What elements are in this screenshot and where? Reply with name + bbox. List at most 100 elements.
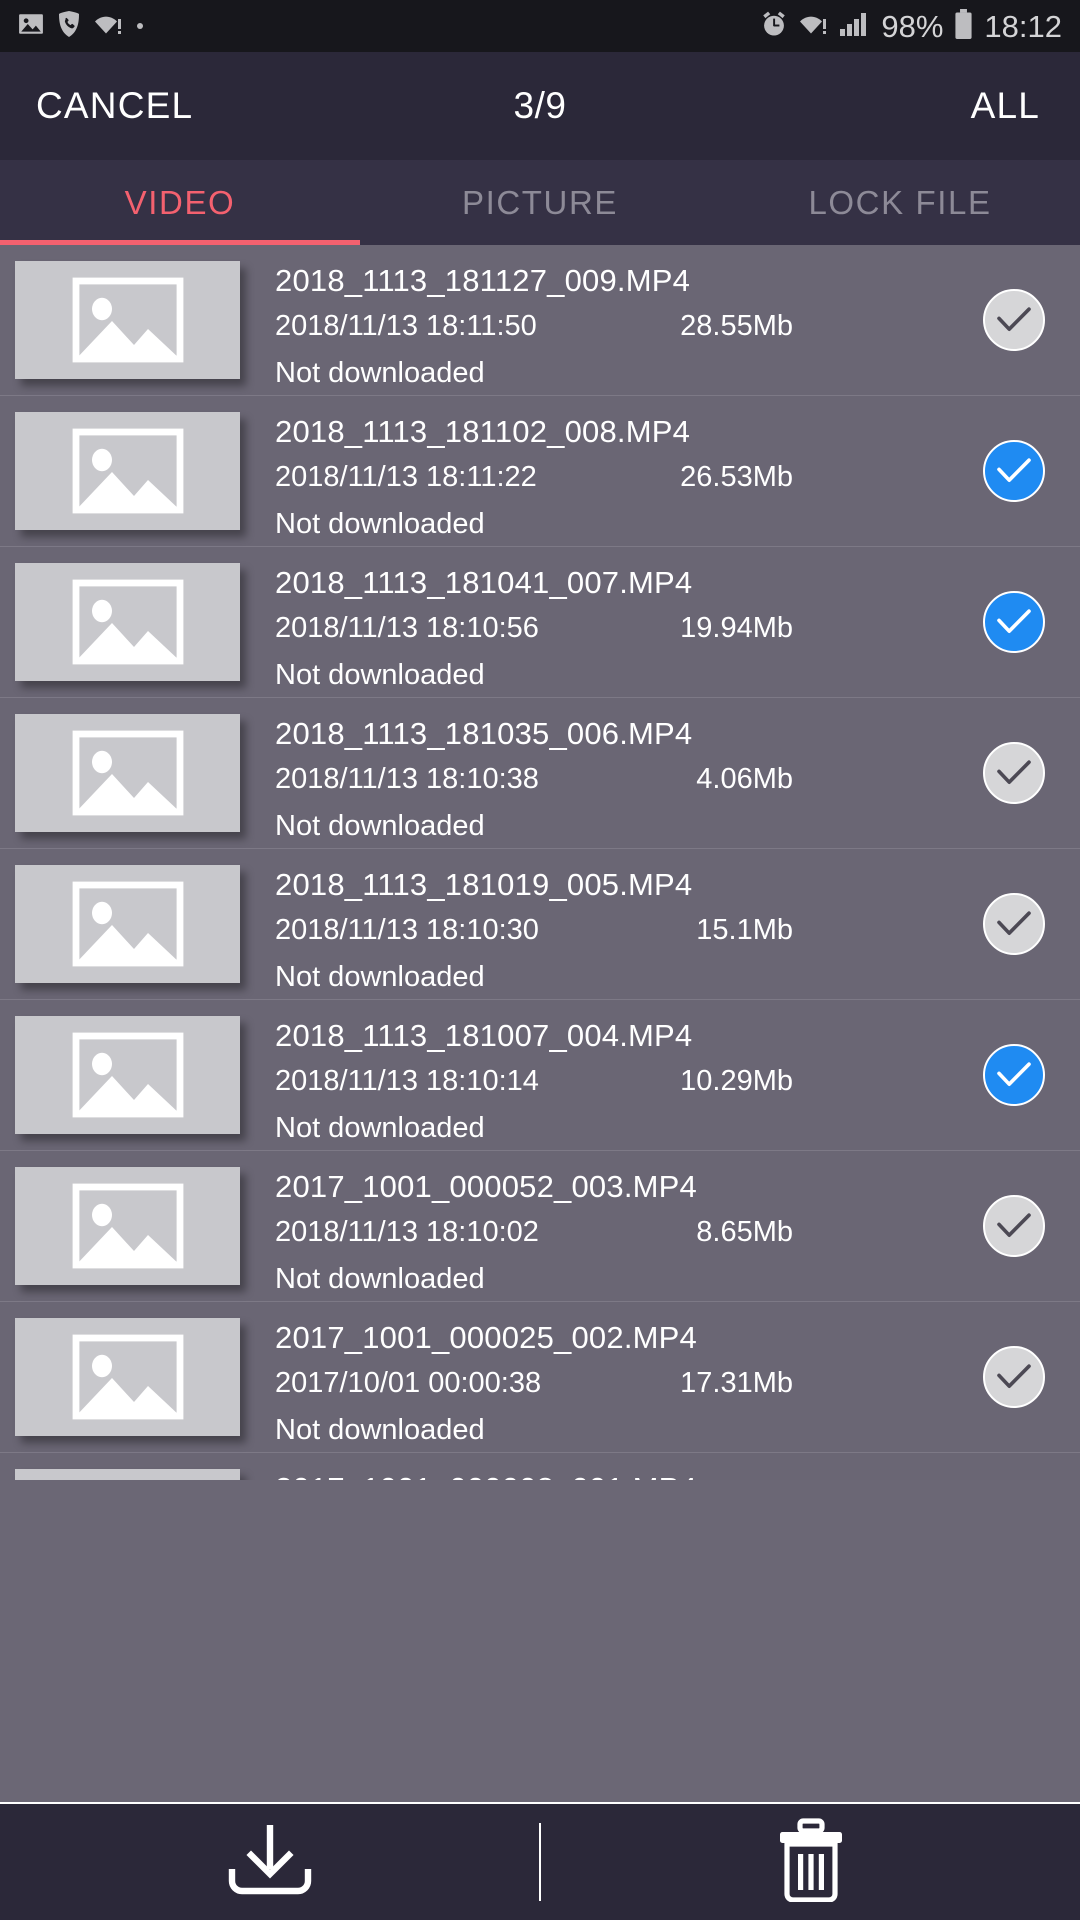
wifi-alert-icon xyxy=(799,12,829,41)
battery-percent-label: 98% xyxy=(881,8,944,44)
status-bar: 98% 18:12 xyxy=(0,0,1080,52)
file-thumbnail xyxy=(15,412,240,530)
file-select-checkbox[interactable] xyxy=(983,440,1045,502)
file-meta: 2018_1113_181035_006.MP4 2018/11/13 18:10… xyxy=(275,698,983,849)
file-select-checkbox[interactable] xyxy=(983,1346,1045,1408)
header-bar: CANCEL 3/9 ALL xyxy=(0,52,1080,160)
file-date-label: 2018/11/13 18:10:02 xyxy=(275,1215,539,1248)
file-name-label: 2018_1113_181019_005.MP4 xyxy=(275,866,693,902)
file-select-checkbox[interactable] xyxy=(983,1044,1045,1106)
check-icon xyxy=(996,759,1032,787)
file-meta: 2017_1001_000008_001.MP4 xyxy=(275,1453,983,1481)
file-download-state-label: Not downloaded xyxy=(275,809,485,842)
file-size-label: 15.1Mb xyxy=(696,913,793,946)
table-row[interactable]: 2017_1001_000025_002.MP4 2017/10/01 00:00… xyxy=(0,1302,1080,1453)
table-row[interactable]: 2017_1001_000008_001.MP4 xyxy=(0,1453,1080,1480)
file-meta: 2018_1113_181102_008.MP4 2018/11/13 18:11… xyxy=(275,396,983,547)
file-select-checkbox[interactable] xyxy=(983,742,1045,804)
file-select-checkbox[interactable] xyxy=(983,289,1045,351)
image-placeholder-icon xyxy=(72,730,184,816)
gallery-icon xyxy=(18,11,44,42)
table-row[interactable]: 2018_1113_181041_007.MP4 2018/11/13 18:10… xyxy=(0,547,1080,698)
file-date-label: 2018/11/13 18:10:56 xyxy=(275,611,539,644)
file-size-label: 8.65Mb xyxy=(696,1215,793,1248)
check-icon xyxy=(996,608,1032,636)
file-download-state-label: Not downloaded xyxy=(275,658,485,691)
file-name-label: 2018_1113_181041_007.MP4 xyxy=(275,564,693,600)
file-download-state-label: Not downloaded xyxy=(275,356,485,389)
file-name-label: 2018_1113_181007_004.MP4 xyxy=(275,1017,693,1053)
image-placeholder-icon xyxy=(72,579,184,665)
file-meta: 2018_1113_181041_007.MP4 2018/11/13 18:10… xyxy=(275,547,983,698)
table-row[interactable]: 2018_1113_181019_005.MP4 2018/11/13 18:10… xyxy=(0,849,1080,1000)
file-meta: 2018_1113_181019_005.MP4 2018/11/13 18:10… xyxy=(275,849,983,1000)
file-thumbnail xyxy=(15,563,240,681)
file-date-label: 2018/11/13 18:10:38 xyxy=(275,762,539,795)
tab-lock-file-label: LOCK FILE xyxy=(808,183,992,221)
tab-picture[interactable]: PICTURE xyxy=(360,160,720,245)
file-select-checkbox[interactable] xyxy=(983,893,1045,955)
image-placeholder-icon xyxy=(72,1032,184,1118)
delete-button[interactable] xyxy=(541,1804,1080,1920)
file-name-label: 2018_1113_181035_006.MP4 xyxy=(275,715,693,751)
file-select-checkbox[interactable] xyxy=(983,1195,1045,1257)
bottom-action-bar xyxy=(0,1802,1080,1920)
file-download-state-label: Not downloaded xyxy=(275,1413,485,1446)
image-placeholder-icon xyxy=(72,1183,184,1269)
file-download-state-label: Not downloaded xyxy=(275,507,485,540)
file-size-label: 4.06Mb xyxy=(696,762,793,795)
file-meta: 2018_1113_181127_009.MP4 2018/11/13 18:11… xyxy=(275,245,983,396)
file-size-label: 19.94Mb xyxy=(680,611,793,644)
file-thumbnail xyxy=(15,1167,240,1285)
image-placeholder-icon xyxy=(72,277,184,363)
tab-picture-label: PICTURE xyxy=(461,183,619,221)
table-row[interactable]: 2017_1001_000052_003.MP4 2018/11/13 18:10… xyxy=(0,1151,1080,1302)
file-date-label: 2018/11/13 18:10:30 xyxy=(275,913,539,946)
file-size-label: 17.31Mb xyxy=(680,1366,793,1399)
table-row[interactable]: 2018_1113_181102_008.MP4 2018/11/13 18:11… xyxy=(0,396,1080,547)
selection-count-label: 3/9 xyxy=(513,85,567,126)
check-icon xyxy=(996,1212,1032,1240)
file-meta: 2018_1113_181007_004.MP4 2018/11/13 18:10… xyxy=(275,1000,983,1151)
file-meta: 2017_1001_000025_002.MP4 2017/10/01 00:00… xyxy=(275,1302,983,1453)
dot-icon xyxy=(137,23,143,29)
file-size-label: 26.53Mb xyxy=(680,460,793,493)
table-row[interactable]: 2018_1113_181127_009.MP4 2018/11/13 18:11… xyxy=(0,245,1080,396)
file-size-label: 10.29Mb xyxy=(680,1064,793,1097)
file-date-label: 2018/11/13 18:10:14 xyxy=(275,1064,539,1097)
battery-icon xyxy=(954,8,973,44)
tab-video[interactable]: VIDEO xyxy=(0,160,360,245)
select-all-button[interactable]: ALL xyxy=(971,85,1040,127)
file-list[interactable]: 2018_1113_181127_009.MP4 2018/11/13 18:11… xyxy=(0,245,1080,1480)
file-thumbnail xyxy=(15,1318,240,1436)
tab-bar: VIDEO PICTURE LOCK FILE xyxy=(0,160,1080,245)
status-bar-right-icons: 98% 18:12 xyxy=(760,8,1062,44)
check-icon xyxy=(996,306,1032,334)
table-row[interactable]: 2018_1113_181035_006.MP4 2018/11/13 18:10… xyxy=(0,698,1080,849)
status-bar-left-icons xyxy=(18,10,143,42)
tab-lock-file[interactable]: LOCK FILE xyxy=(720,160,1080,245)
file-download-state-label: Not downloaded xyxy=(275,1111,485,1144)
file-name-label: 2017_1001_000052_003.MP4 xyxy=(275,1168,697,1204)
download-button[interactable] xyxy=(0,1804,539,1920)
table-row[interactable]: 2018_1113_181007_004.MP4 2018/11/13 18:10… xyxy=(0,1000,1080,1151)
file-select-checkbox[interactable] xyxy=(983,591,1045,653)
file-name-label: 2017_1001_000025_002.MP4 xyxy=(275,1319,697,1355)
file-name-label: 2018_1113_181102_008.MP4 xyxy=(275,413,691,449)
file-date-label: 2018/11/13 18:11:22 xyxy=(275,460,537,493)
signal-bars-icon xyxy=(840,12,870,41)
file-name-label: 2018_1113_181127_009.MP4 xyxy=(275,262,691,298)
file-name-label: 2017_1001_000008_001.MP4 xyxy=(275,1471,697,1481)
check-icon xyxy=(996,1363,1032,1391)
file-date-label: 2018/11/13 18:11:50 xyxy=(275,309,537,342)
image-placeholder-icon xyxy=(72,428,184,514)
check-icon xyxy=(996,457,1032,485)
file-date-label: 2017/10/01 00:00:38 xyxy=(275,1366,542,1399)
download-icon xyxy=(224,1821,316,1904)
file-thumbnail xyxy=(15,1469,240,1480)
image-placeholder-icon xyxy=(72,1334,184,1420)
file-thumbnail xyxy=(15,1016,240,1134)
alarm-icon xyxy=(760,10,788,43)
contacts-icon xyxy=(57,10,81,42)
file-thumbnail xyxy=(15,714,240,832)
